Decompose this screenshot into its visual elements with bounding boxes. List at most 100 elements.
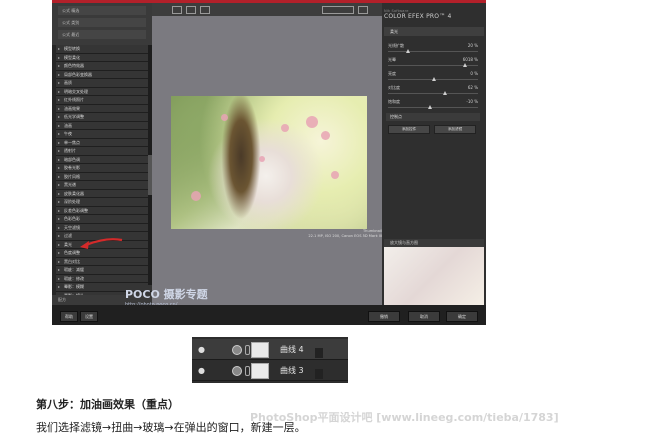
image-info: Thumbnail 22.1 MP, ISO 200, Canon EOS 5D… [302, 229, 382, 239]
product-logo: Nik Software COLOR EFEX PRO™ 4 [384, 9, 452, 20]
filter-list-item[interactable]: 天空滤镜 [56, 223, 152, 232]
split-view-icon[interactable] [186, 6, 196, 14]
filter-list: 模型转换模型柔化颜色特效器局部色彩变换器画质明暗交叉处理红外线照片油画效果低光学… [52, 45, 152, 317]
link-icon [245, 366, 250, 376]
filter-list-item[interactable]: 单一焦点 [56, 138, 152, 147]
slider-label: 光线扩散 [388, 43, 404, 48]
filter-list-item[interactable]: 模型转换 [56, 45, 152, 54]
image-info-details: 22.1 MP, ISO 200, Canon EOS 5D Mark III [308, 234, 382, 238]
compare-view-icon[interactable] [200, 6, 210, 14]
slider-label: 亮度 [388, 71, 396, 76]
filter-list-item[interactable]: 颜色特效器 [56, 62, 152, 71]
bokeh-flower [221, 114, 228, 121]
layer-name[interactable]: 曲线 3 [280, 365, 304, 376]
preview-photo [171, 96, 367, 229]
filter-list-item[interactable]: 反差色彩调整 [56, 206, 152, 215]
slider-knob[interactable] [405, 49, 410, 53]
layer-mask-thumbnail[interactable] [251, 363, 323, 379]
filter-settings-panel: Nik Software COLOR EFEX PRO™ 4 柔光 光线扩散 20… [382, 3, 486, 305]
slider-label: 光晕 [388, 57, 396, 62]
add-control-button[interactable]: 添加控件 [388, 125, 430, 134]
filter-list-item[interactable]: 明暗交叉处理 [56, 87, 152, 96]
ok-button[interactable]: 确定 [446, 311, 478, 322]
layer-name[interactable]: 曲线 4 [280, 344, 304, 355]
link-icon [245, 345, 250, 355]
filter-list-item[interactable]: 午夜 [56, 130, 152, 139]
filter-list-item[interactable]: 黑白对比 [56, 257, 152, 266]
undo-button[interactable]: 撤销 [368, 311, 400, 322]
layers-panel: ● 曲线 4 ● 曲线 3 [192, 337, 348, 383]
bokeh-flower [321, 131, 330, 140]
settings-button[interactable]: 设置 [80, 311, 98, 322]
slider-label: 对比度 [388, 85, 400, 90]
filter-list-item[interactable]: 胶片风格 [56, 172, 152, 181]
zoom-select[interactable] [322, 6, 354, 14]
filter-slider[interactable]: 光线扩散 20 % [388, 43, 478, 57]
category-item[interactable]: 公式 最近 [58, 30, 146, 39]
slider-knob[interactable] [427, 105, 432, 109]
filter-list-item[interactable]: 瑕疵：减缓 [56, 266, 152, 275]
slider-track[interactable] [388, 51, 478, 52]
filter-list-item[interactable]: 瑕疵：修改 [56, 274, 152, 283]
filter-slider[interactable]: 饱和度 -10 % [388, 99, 478, 113]
bokeh-flower [331, 171, 339, 179]
category-item[interactable]: 公式 精选 [58, 6, 146, 15]
filter-list-item[interactable]: 油画 [56, 121, 152, 130]
filter-slider[interactable]: 对比度 62 % [388, 85, 478, 99]
category-item[interactable]: 公式 类别 [58, 18, 146, 27]
filter-list-item[interactable]: 局部色彩变换器 [56, 70, 152, 79]
filter-list-item[interactable]: 暗部色调 [56, 155, 152, 164]
filter-slider[interactable]: 光晕 6018 % [388, 57, 478, 71]
eye-icon[interactable]: ● [198, 366, 205, 375]
filter-slider[interactable]: 亮度 0 % [388, 71, 478, 85]
slider-track[interactable] [388, 107, 478, 108]
poco-watermark-text: POCO 摄影专题 [125, 288, 208, 301]
filter-list-item[interactable]: 画质 [56, 79, 152, 88]
slider-value: -10 % [466, 99, 478, 104]
layer-row[interactable]: ● 曲线 3 [192, 360, 348, 381]
add-filter-button[interactable]: 添加滤镜 [434, 125, 476, 134]
slider-knob[interactable] [462, 63, 467, 67]
bokeh-flower [259, 156, 265, 162]
filter-list-item[interactable]: 透射片 [56, 147, 152, 156]
preview-toolbar [152, 3, 382, 16]
filter-list-item[interactable]: 模型柔化 [56, 53, 152, 62]
filter-list-item[interactable]: 低光学调整 [56, 113, 152, 122]
bokeh-flower [191, 191, 201, 201]
curves-adjustment-icon [232, 366, 242, 376]
background-icon[interactable] [358, 6, 368, 14]
slider-value: 6018 % [462, 57, 478, 62]
loupe-preview [384, 247, 484, 305]
filter-list-item[interactable]: 色度调整 [56, 249, 152, 258]
slider-value: 0 % [470, 71, 478, 76]
filter-list-item[interactable]: 深阶处理 [56, 198, 152, 207]
slider-track[interactable] [388, 93, 478, 94]
layer-mask-thumbnail[interactable] [251, 342, 323, 358]
slider-label: 饱和度 [388, 99, 400, 104]
bokeh-flower [306, 116, 318, 128]
filter-list-item[interactable]: 红外线照片 [56, 96, 152, 105]
filter-list-item[interactable]: 色彩色彩 [56, 215, 152, 224]
slider-knob[interactable] [442, 91, 447, 95]
bokeh-flower [281, 124, 289, 132]
filter-list-item[interactable]: 黑光谱 [56, 181, 152, 190]
single-view-icon[interactable] [172, 6, 182, 14]
cancel-button[interactable]: 取消 [408, 311, 440, 322]
filter-list-item[interactable]: 油画效果 [56, 104, 152, 113]
help-button[interactable]: 帮助 [60, 311, 78, 322]
slider-value: 62 % [467, 85, 478, 90]
curves-adjustment-icon [232, 345, 242, 355]
filter-list-item[interactable]: 皮肤柔化器 [56, 189, 152, 198]
layer-row[interactable]: ● 曲线 4 [192, 339, 348, 360]
red-arrow-annotation [80, 238, 123, 249]
step-text: 我们选择滤镜→扭曲→玻璃→在弹出的窗口，新建一层。 [36, 421, 306, 434]
filter-list-item[interactable]: 胶卷光影 [56, 164, 152, 173]
loupe-histogram-header[interactable]: 放大镜与直方图 [384, 239, 484, 247]
slider-knob[interactable] [432, 77, 436, 81]
slider-value: 20 % [467, 43, 478, 48]
preview-area: Thumbnail 22.1 MP, ISO 200, Canon EOS 5D… [152, 3, 382, 305]
filter-section-header[interactable]: 柔光 [384, 27, 484, 36]
step-title: 第八步：加油画效果（重点） [36, 398, 179, 411]
control-points-row[interactable]: 控制点 [386, 113, 480, 121]
eye-icon[interactable]: ● [198, 345, 205, 354]
